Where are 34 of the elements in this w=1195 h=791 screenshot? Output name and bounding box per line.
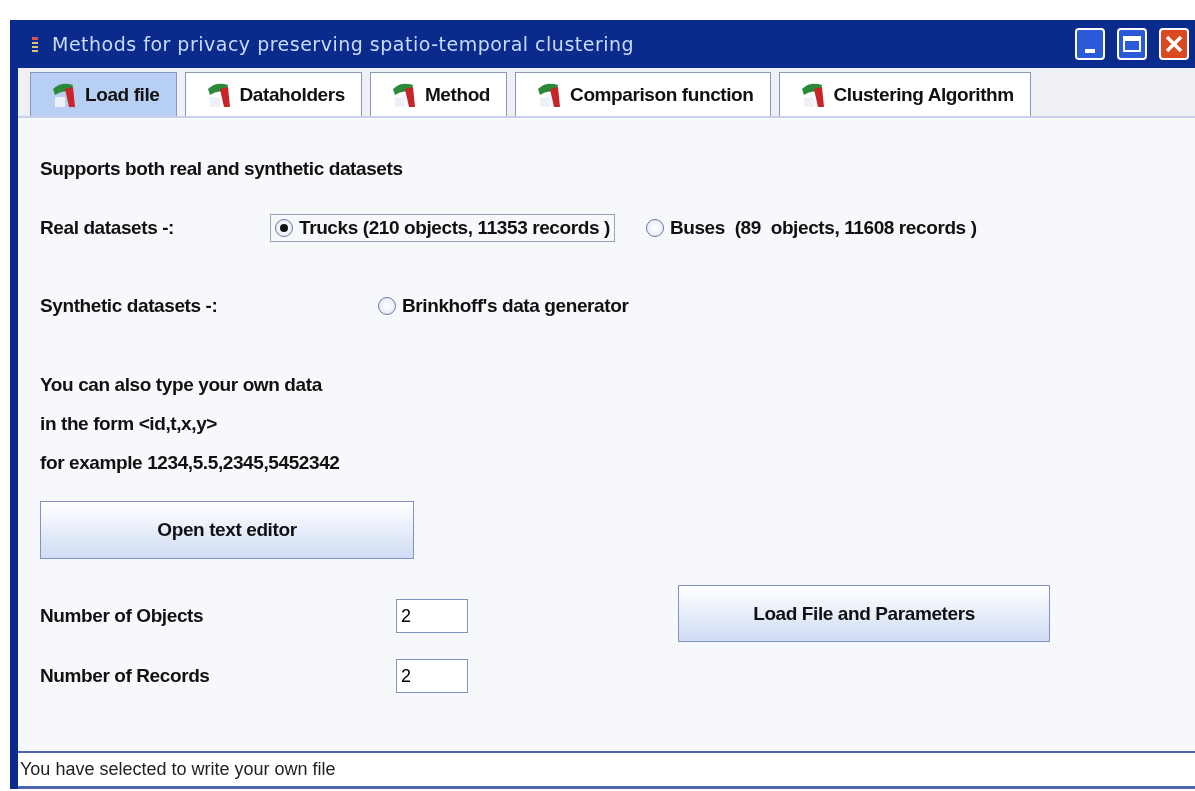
- help-text: You can also type your own data: [40, 374, 324, 397]
- tab[interactable]: Clustering Algorithm: [778, 72, 1031, 116]
- plant-icon: [207, 83, 230, 107]
- status-bar: You have selected to write your own file: [18, 751, 1195, 789]
- tab[interactable]: Comparison function: [515, 72, 771, 116]
- radio-button[interactable]: Buses (89 objects, 11608 records ): [640, 214, 982, 242]
- number-field[interactable]: 2: [396, 599, 468, 633]
- window-title: Methods for privacy preserving spatio-temporal clustering: [52, 31, 636, 57]
- field-label: Number of Objects: [40, 605, 205, 627]
- plant-icon: [53, 83, 75, 107]
- app-icon: [30, 35, 40, 53]
- minimize-button[interactable]: [1075, 28, 1105, 60]
- plant-icon: [801, 83, 824, 107]
- tab[interactable]: Method: [369, 72, 508, 116]
- close-icon: [1165, 35, 1183, 53]
- radio-button[interactable]: Brinkhoff's data generator: [373, 292, 634, 320]
- dataset-label: Synthetic datasets -:: [40, 295, 219, 317]
- help-text: in the form <id,t,x,y>: [40, 413, 219, 436]
- plant-icon: [392, 83, 415, 107]
- field-label: Number of Records: [40, 665, 211, 687]
- radio-button[interactable]: Trucks (210 objects, 11353 records ): [270, 214, 615, 242]
- load-button[interactable]: Load File and Parameters: [678, 585, 1050, 642]
- help-text: for example 1234,5.5,2345,5452342: [40, 452, 341, 475]
- intro-text: Supports both real and synthetic datasets: [40, 158, 404, 180]
- minimize-icon: [1085, 49, 1095, 53]
- dataset-label: Real datasets -:: [40, 217, 176, 239]
- tab[interactable]: Load file: [30, 72, 177, 116]
- maximize-icon: [1123, 36, 1141, 52]
- close-button[interactable]: [1159, 28, 1189, 60]
- maximize-button[interactable]: [1117, 28, 1147, 60]
- open-editor-button[interactable]: Open text editor: [40, 501, 414, 559]
- number-field[interactable]: 2: [396, 659, 468, 693]
- plant-icon: [538, 83, 561, 107]
- tab[interactable]: Dataholders: [184, 72, 362, 116]
